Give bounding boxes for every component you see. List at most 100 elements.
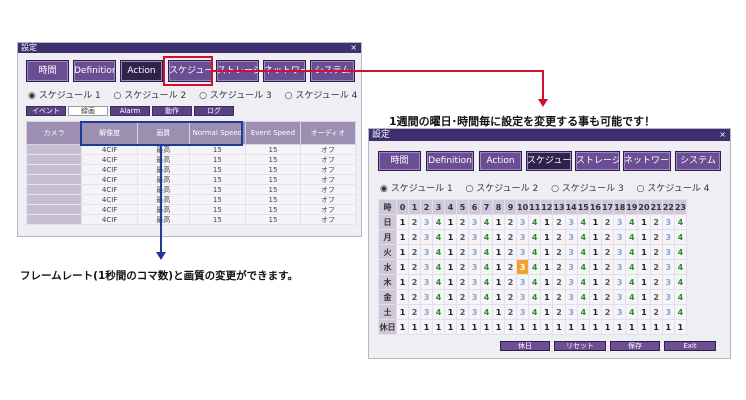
exit-button[interactable]: Exit: [664, 341, 716, 351]
schedule-cell[interactable]: 1: [637, 259, 651, 275]
schedule-cell[interactable]: 3: [564, 289, 578, 305]
schedule-cell[interactable]: 2: [456, 289, 469, 305]
schedule-cell[interactable]: 3: [564, 244, 578, 260]
schedule-cell[interactable]: 1: [637, 289, 651, 305]
schedule-cell[interactable]: 3: [661, 214, 675, 230]
schedule-cell[interactable]: 4: [528, 304, 542, 320]
schedule-cell[interactable]: 1: [468, 319, 481, 335]
schedule-cell[interactable]: 3: [613, 244, 627, 260]
schedule-cell[interactable]: 3: [613, 274, 627, 290]
schedule-cell[interactable]: 2: [456, 304, 469, 320]
schedule-cell[interactable]: 4: [576, 274, 590, 290]
schedule-cell[interactable]: 1: [396, 289, 409, 305]
radio-schedule-2[interactable]: ○ スケジュール 2: [466, 184, 539, 194]
schedule-cell[interactable]: 2: [600, 244, 615, 260]
schedule-cell[interactable]: 1: [444, 259, 457, 275]
schedule-cell[interactable]: 1: [540, 229, 554, 245]
schedule-cell[interactable]: 1: [444, 244, 457, 260]
schedule-cell[interactable]: 3: [564, 229, 578, 245]
schedule-cell[interactable]: 1: [576, 319, 590, 335]
schedule-cell[interactable]: 4: [528, 229, 542, 245]
schedule-cell[interactable]: 2: [504, 259, 517, 275]
schedule-cell[interactable]: 1: [588, 274, 602, 290]
schedule-cell[interactable]: 3: [613, 229, 627, 245]
schedule-cell[interactable]: 3: [661, 289, 675, 305]
schedule-cell[interactable]: 3: [420, 289, 433, 305]
schedule-cell[interactable]: 2: [408, 304, 421, 320]
schedule-cell[interactable]: 1: [588, 304, 602, 320]
schedule-cell[interactable]: 1: [540, 259, 554, 275]
schedule-cell[interactable]: 1: [444, 229, 457, 245]
schedule-cell[interactable]: 2: [649, 274, 663, 290]
schedule-cell[interactable]: 2: [456, 244, 469, 260]
schedule-cell[interactable]: 1: [637, 319, 651, 335]
schedule-cell[interactable]: 1: [444, 214, 457, 230]
schedule-cell[interactable]: 3: [420, 229, 433, 245]
schedule-cell[interactable]: 2: [408, 289, 421, 305]
schedule-cell[interactable]: 3: [468, 274, 481, 290]
schedule-cell[interactable]: 4: [432, 244, 445, 260]
schedule-cell[interactable]: 2: [456, 229, 469, 245]
schedule-cell[interactable]: 1: [515, 319, 530, 335]
schedule-cell[interactable]: 3: [564, 304, 578, 320]
schedule-cell[interactable]: 2: [552, 214, 566, 230]
schedule-cell[interactable]: 3: [661, 259, 675, 275]
schedule-cell[interactable]: 4: [576, 259, 590, 275]
schedule-cell[interactable]: 3: [420, 259, 433, 275]
schedule-cell[interactable]: 3: [613, 259, 627, 275]
schedule-cell[interactable]: 4: [480, 214, 493, 230]
schedule-cell[interactable]: 2: [552, 244, 566, 260]
schedule-cell[interactable]: 1: [432, 319, 445, 335]
schedule-cell[interactable]: 4: [673, 244, 687, 260]
schedule-cell[interactable]: 2: [504, 244, 517, 260]
schedule-cell[interactable]: 4: [576, 214, 590, 230]
schedule-cell[interactable]: 3: [564, 274, 578, 290]
schedule-cell[interactable]: 2: [552, 274, 566, 290]
schedule-cell[interactable]: 2: [408, 229, 421, 245]
close-icon[interactable]: ×: [719, 129, 726, 141]
schedule-cell[interactable]: 3: [613, 214, 627, 230]
schedule-cell[interactable]: 2: [504, 229, 517, 245]
schedule-cell[interactable]: 4: [432, 274, 445, 290]
schedule-cell[interactable]: 2: [600, 289, 615, 305]
schedule-cell[interactable]: 1: [588, 289, 602, 305]
schedule-cell[interactable]: 3: [564, 214, 578, 230]
radio-schedule-3[interactable]: ○ スケジュール 3: [551, 184, 624, 194]
schedule-cell[interactable]: 1: [540, 289, 554, 305]
schedule-cell[interactable]: 3: [515, 274, 530, 290]
schedule-cell[interactable]: 4: [625, 289, 639, 305]
schedule-cell[interactable]: 4: [480, 289, 493, 305]
schedule-cell[interactable]: 4: [432, 259, 445, 275]
schedule-cell[interactable]: 1: [456, 319, 469, 335]
schedule-cell[interactable]: 1: [540, 214, 554, 230]
schedule-cell[interactable]: 4: [432, 289, 445, 305]
schedule-cell[interactable]: 4: [576, 244, 590, 260]
schedule-cell[interactable]: 1: [613, 319, 627, 335]
schedule-cell[interactable]: 4: [673, 214, 687, 230]
schedule-cell[interactable]: 1: [540, 319, 554, 335]
schedule-cell[interactable]: 1: [540, 274, 554, 290]
schedule-cell[interactable]: 4: [625, 304, 639, 320]
schedule-cell[interactable]: 1: [492, 304, 505, 320]
schedule-cell[interactable]: 1: [492, 244, 505, 260]
schedule-cell[interactable]: 1: [600, 319, 615, 335]
schedule-cell[interactable]: 2: [504, 274, 517, 290]
schedule-cell[interactable]: 1: [649, 319, 663, 335]
schedule-cell[interactable]: 2: [504, 304, 517, 320]
schedule-cell[interactable]: 2: [408, 259, 421, 275]
schedule-cell[interactable]: 3: [564, 259, 578, 275]
schedule-cell[interactable]: 4: [480, 274, 493, 290]
schedule-cell[interactable]: 2: [600, 274, 615, 290]
schedule-cell[interactable]: 1: [444, 319, 457, 335]
schedule-cell[interactable]: 2: [649, 214, 663, 230]
schedule-cell[interactable]: 1: [504, 319, 517, 335]
schedule-cell[interactable]: 4: [528, 274, 542, 290]
schedule-cell[interactable]: 1: [588, 319, 602, 335]
schedule-cell[interactable]: 2: [600, 304, 615, 320]
schedule-cell[interactable]: 4: [625, 244, 639, 260]
schedule-cell[interactable]: 1: [492, 289, 505, 305]
schedule-cell[interactable]: 3: [613, 304, 627, 320]
schedule-cell[interactable]: 4: [576, 289, 590, 305]
schedule-cell[interactable]: 4: [673, 259, 687, 275]
schedule-cell[interactable]: 1: [444, 274, 457, 290]
